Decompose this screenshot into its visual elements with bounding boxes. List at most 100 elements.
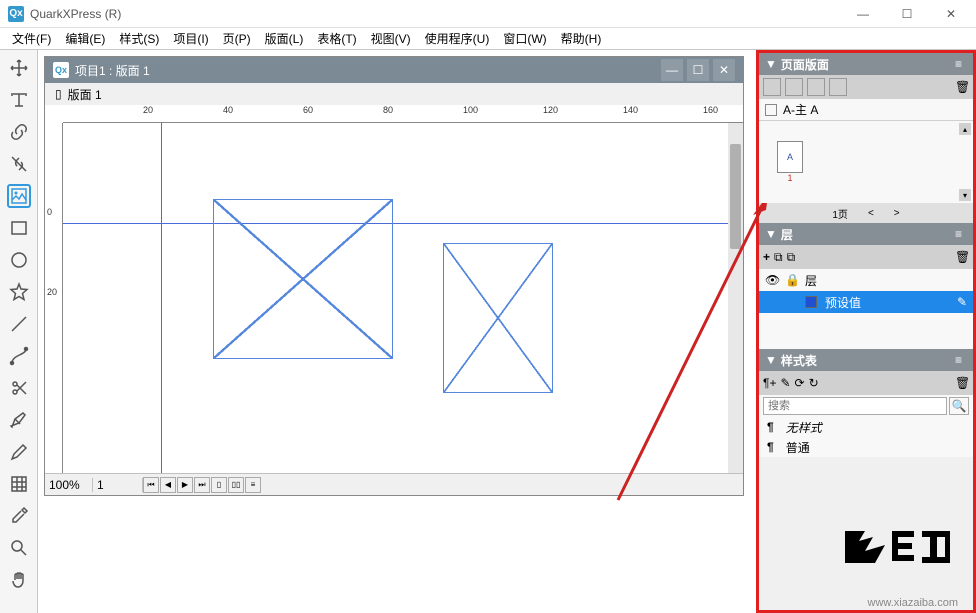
- nav-last-button[interactable]: ⏭: [194, 477, 210, 493]
- eyedropper-tool[interactable]: [7, 504, 31, 528]
- layers-panel-header[interactable]: ▼ 层 ≡: [759, 223, 973, 245]
- style-row-normal[interactable]: ¶ 普通: [759, 437, 973, 457]
- edit-icon[interactable]: ✎: [957, 295, 967, 309]
- merge-layer-icon[interactable]: ⧉: [774, 250, 783, 265]
- menu-item[interactable]: 项目(I): [167, 30, 214, 47]
- picture-box[interactable]: [213, 199, 393, 359]
- menu-file[interactable]: 文件(F): [6, 30, 57, 47]
- document-titlebar[interactable]: Qx 项目1 : 版面 1 — ☐ ✕: [45, 57, 743, 83]
- menu-edit[interactable]: 编辑(E): [59, 30, 111, 47]
- status-bar: 100% 1 ⏮ ◀ ▶ ⏭ ▯ ▯▯ ≡: [45, 473, 743, 495]
- pages-panel-header[interactable]: ▼ 页面版面 ≡: [759, 53, 973, 75]
- panel-menu-icon[interactable]: ≡: [955, 57, 967, 71]
- minimize-button[interactable]: —: [846, 4, 880, 24]
- collapse-icon[interactable]: ▼: [765, 227, 777, 241]
- doc-maximize-button[interactable]: ☐: [687, 59, 709, 81]
- page-field[interactable]: 1: [93, 478, 143, 492]
- style-row-none[interactable]: ¶ 无样式: [759, 417, 973, 437]
- ruler-tick: 60: [303, 105, 313, 115]
- new-style-icon[interactable]: ¶+: [763, 376, 776, 390]
- doc-logo-icon: Qx: [53, 62, 69, 78]
- zoom-tool[interactable]: [7, 536, 31, 560]
- doc-close-button[interactable]: ✕: [713, 59, 735, 81]
- nav-prev-button[interactable]: ◀: [160, 477, 176, 493]
- facing-pages-icon[interactable]: [785, 78, 803, 96]
- doc-minimize-button[interactable]: —: [661, 59, 683, 81]
- view-single-button[interactable]: ▯: [211, 477, 227, 493]
- pencil-tool[interactable]: [7, 440, 31, 464]
- trash-icon[interactable]: 🗑: [955, 250, 969, 264]
- new-page-icon[interactable]: [807, 78, 825, 96]
- horizontal-ruler[interactable]: 20 40 60 80 100 120 140 160: [63, 105, 743, 123]
- add-layer-icon[interactable]: +: [763, 250, 770, 264]
- horizontal-guide[interactable]: [63, 223, 743, 224]
- rectangle-tool[interactable]: [7, 216, 31, 240]
- vertical-scrollbar[interactable]: [728, 123, 743, 473]
- unlink-tool[interactable]: [7, 152, 31, 176]
- search-button[interactable]: 🔍: [949, 397, 969, 415]
- single-page-icon[interactable]: [763, 78, 781, 96]
- collapse-icon[interactable]: ▼: [765, 57, 777, 71]
- nav-next-button[interactable]: ▶: [177, 477, 193, 493]
- star-tool[interactable]: [7, 280, 31, 304]
- scroll-up-icon[interactable]: ▴: [959, 123, 971, 135]
- nav-first-button[interactable]: ⏮: [143, 477, 159, 493]
- page-thumbnail[interactable]: A: [777, 141, 803, 173]
- menu-help[interactable]: 帮助(H): [555, 30, 608, 47]
- styles-panel-header[interactable]: ▼ 样式表 ≡: [759, 349, 973, 371]
- ruler-tick: 160: [703, 105, 718, 115]
- layer-color-swatch[interactable]: [805, 296, 817, 308]
- page-tab-label[interactable]: 版面 1: [68, 86, 102, 103]
- scissors-tool[interactable]: [7, 376, 31, 400]
- table-tool[interactable]: [7, 472, 31, 496]
- refresh-style-icon[interactable]: ↻: [809, 376, 819, 390]
- panel-menu-icon[interactable]: ≡: [955, 227, 967, 241]
- picture-box[interactable]: [443, 243, 553, 393]
- pager-next-icon[interactable]: >: [894, 208, 900, 219]
- search-input[interactable]: [763, 397, 947, 415]
- hand-tool[interactable]: [7, 568, 31, 592]
- picture-tool[interactable]: [7, 184, 31, 208]
- pager-prev-icon[interactable]: <: [868, 208, 874, 219]
- pen-tool[interactable]: [7, 408, 31, 432]
- page-tabs: ▯ 版面 1: [45, 83, 743, 105]
- collapse-icon[interactable]: ▼: [765, 353, 777, 367]
- oval-tool[interactable]: [7, 248, 31, 272]
- zoom-field[interactable]: 100%: [45, 478, 93, 492]
- trash-icon[interactable]: 🗑: [955, 376, 969, 390]
- close-button[interactable]: ✕: [934, 4, 968, 24]
- layers-panel-toolbar: + ⧉ ⧉ 🗑: [759, 245, 973, 269]
- update-style-icon[interactable]: ⟳: [795, 376, 805, 390]
- menu-page[interactable]: 页(P): [217, 30, 257, 47]
- vertical-ruler[interactable]: 0 20: [45, 123, 63, 473]
- visibility-header-icon: 👁: [765, 273, 777, 287]
- master-page-row[interactable]: A-主 A: [759, 99, 973, 121]
- scroll-down-icon[interactable]: ▾: [959, 189, 971, 201]
- trash-icon[interactable]: 🗑: [955, 80, 969, 94]
- ruler-tick: 80: [383, 105, 393, 115]
- edit-style-icon[interactable]: ✎: [780, 376, 790, 390]
- bezier-tool[interactable]: [7, 344, 31, 368]
- menu-window[interactable]: 窗口(W): [497, 30, 552, 47]
- link-tool[interactable]: [7, 120, 31, 144]
- maximize-button[interactable]: ☐: [890, 4, 924, 24]
- menu-layout[interactable]: 版面(L): [259, 30, 310, 47]
- menu-style[interactable]: 样式(S): [113, 30, 165, 47]
- line-tool[interactable]: [7, 312, 31, 336]
- vertical-guide[interactable]: [161, 123, 162, 473]
- view-spread-button[interactable]: ▯▯: [228, 477, 244, 493]
- move-tool[interactable]: [7, 56, 31, 80]
- panel-menu-icon[interactable]: ≡: [955, 353, 967, 367]
- paragraph-icon: ¶: [767, 440, 774, 454]
- app-logo: Qx: [8, 6, 24, 22]
- duplicate-layer-icon[interactable]: ⧉: [787, 250, 796, 265]
- menu-table[interactable]: 表格(T): [311, 30, 362, 47]
- menu-view[interactable]: 视图(V): [365, 30, 417, 47]
- layer-row-default[interactable]: 预设值 ✎: [759, 291, 973, 313]
- text-tool[interactable]: [7, 88, 31, 112]
- menu-utilities[interactable]: 使用程序(U): [419, 30, 496, 47]
- duplicate-page-icon[interactable]: [829, 78, 847, 96]
- ruler-tick: 0: [47, 207, 52, 217]
- view-continuous-button[interactable]: ≡: [245, 477, 261, 493]
- canvas[interactable]: [63, 123, 743, 473]
